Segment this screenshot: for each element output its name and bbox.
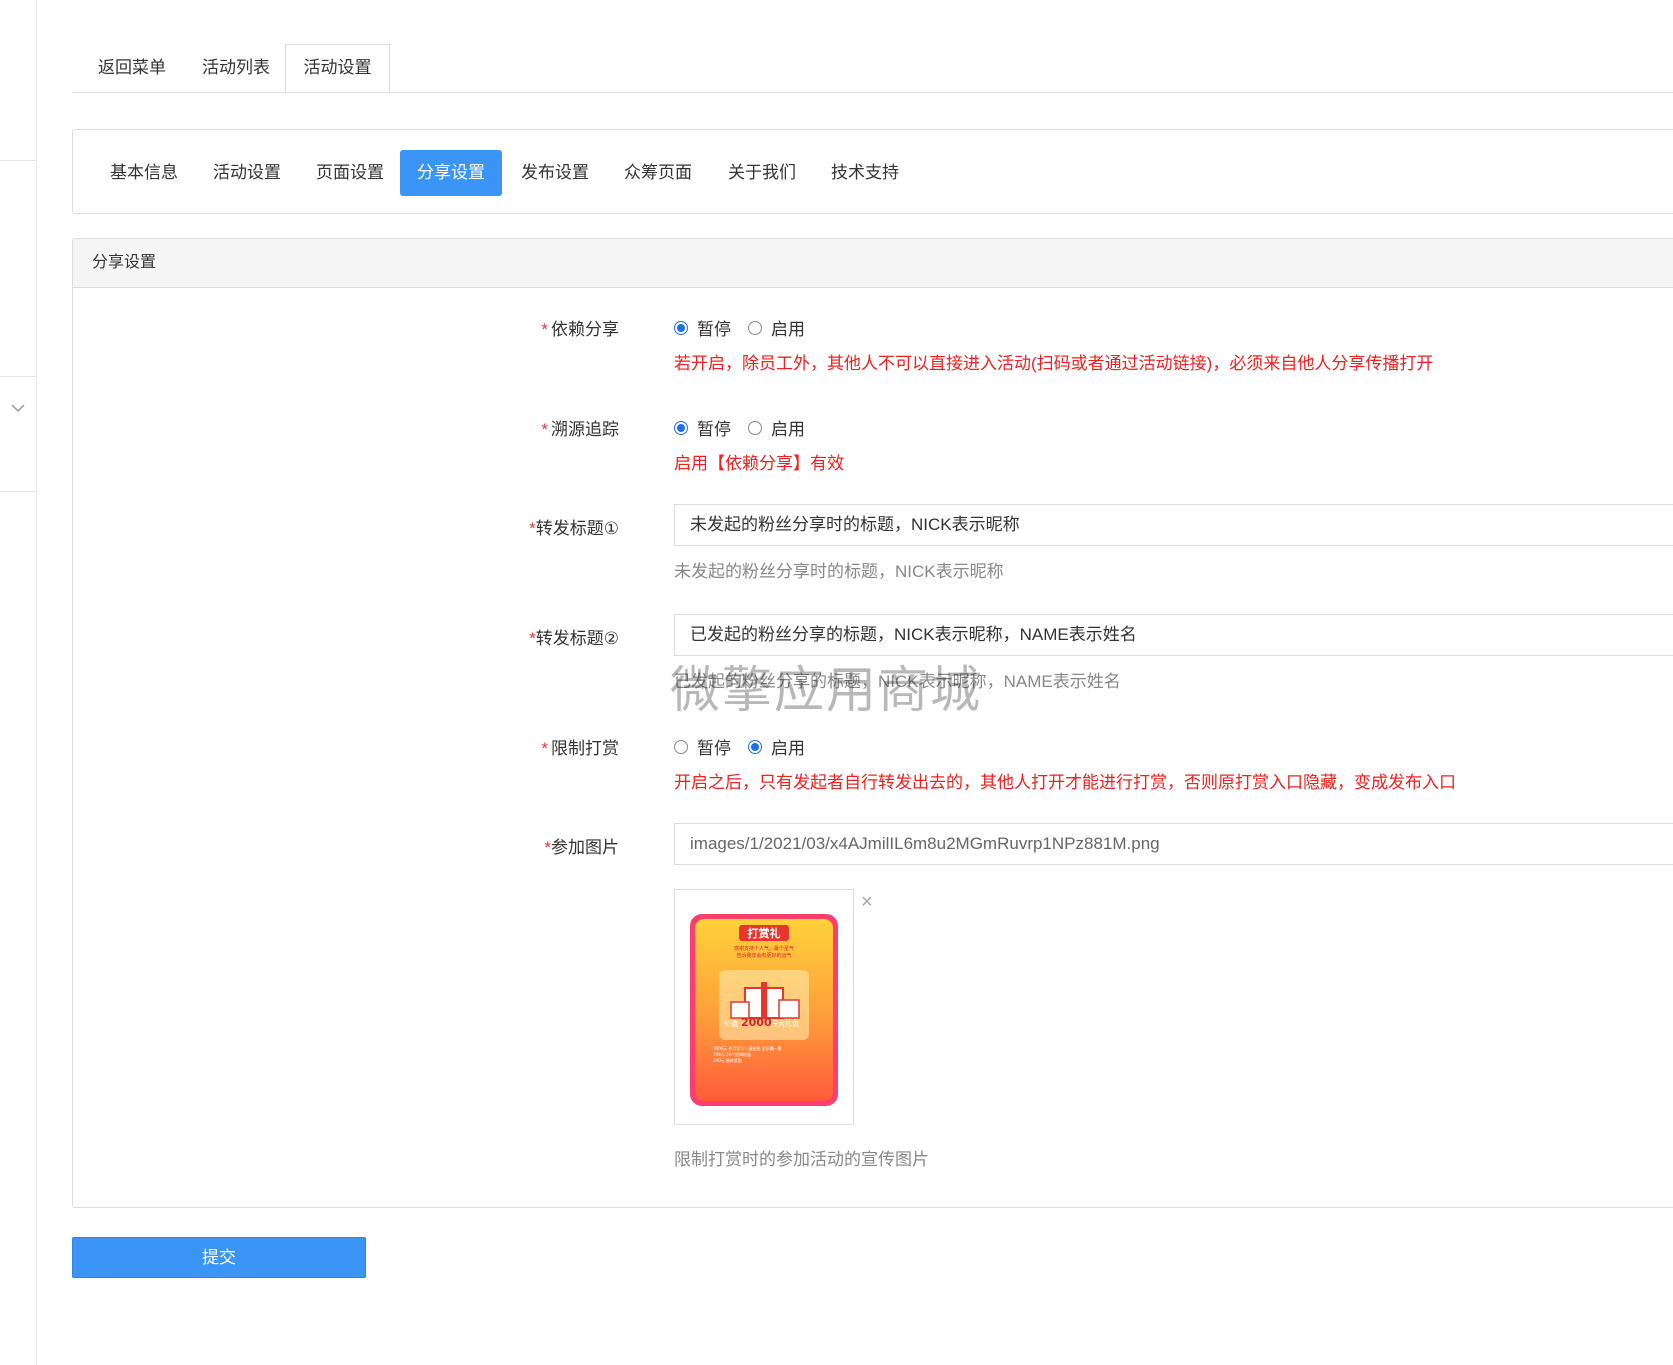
trace-help: 启用【依赖分享】有效 xyxy=(674,454,844,473)
limit-reward-option-pause[interactable]: 暂停 xyxy=(674,734,731,759)
rely-share-label: * 依赖分享 xyxy=(541,320,619,339)
top-tab-bar: 返回菜单 活动列表 活动设置 xyxy=(72,44,1673,93)
poster-price-prefix: 价值 xyxy=(724,1019,738,1028)
subnav-publish-settings[interactable]: 发布设置 xyxy=(503,150,607,196)
radio-button[interactable] xyxy=(748,739,762,754)
gift-ribbon xyxy=(761,982,767,1018)
limit-reward-label: * 限制打赏 xyxy=(541,739,619,758)
subnav-activity-settings[interactable]: 活动设置 xyxy=(195,150,299,196)
share-title-2-input[interactable]: 已发起的粉丝分享的标题，NICK表示昵称，NAME表示姓名 xyxy=(674,614,1673,656)
sidebar-divider xyxy=(0,160,36,161)
limit-reward-help: 开启之后，只有发起者自行转发出去的，其他人打开才能进行打赏，否则原打赏入口隐藏，… xyxy=(674,773,1456,792)
left-sidebar-edge xyxy=(0,0,37,1365)
sidebar-divider xyxy=(0,491,36,492)
rely-share-option-pause[interactable]: 暂停 xyxy=(674,315,731,340)
join-image-help: 限制打赏时的参加活动的宣传图片 xyxy=(674,1150,929,1169)
radio-button[interactable] xyxy=(674,420,688,435)
share-settings-panel: 分享设置 * 依赖分享 暂停 启用 若开启，除员工外，其他人不可以直接进入活动(扫… xyxy=(72,238,1673,1208)
trace-label: * 溯源追踪 xyxy=(541,420,619,439)
subnav-page-settings[interactable]: 页面设置 xyxy=(298,150,402,196)
poster-list-1: 1000元 任月学习儿童绘画 全家桶一套 xyxy=(713,1045,782,1051)
tab-activity-settings[interactable]: 活动设置 xyxy=(285,44,390,92)
share-title-2-help: 已发起的粉丝分享的标题，NICK表示昵称，NAME表示姓名 xyxy=(674,672,1121,691)
radio-button[interactable] xyxy=(674,320,688,335)
poster-price: 2000 xyxy=(741,1016,772,1029)
panel-title: 分享设置 xyxy=(73,239,1673,288)
poster-price-suffix: 元大礼包 xyxy=(771,1019,799,1028)
poster-image: 打赏礼 感谢支持个人气，最个星气 告诉我年会有更好的运气 价值 2000 元大礼… xyxy=(690,914,838,1106)
trace-option-pause[interactable]: 暂停 xyxy=(674,415,731,440)
trace-option-enable[interactable]: 启用 xyxy=(748,415,805,440)
radio-button[interactable] xyxy=(748,320,762,335)
poster-list-2: 199元 10个经典绘画 xyxy=(713,1051,751,1057)
submit-button[interactable]: 提交 xyxy=(72,1237,366,1278)
limit-reward-radio-group: 暂停 启用 xyxy=(674,734,822,759)
rely-share-radio-group: 暂停 启用 xyxy=(674,315,822,340)
subnav-basic-info[interactable]: 基本信息 xyxy=(92,150,196,196)
subnav-about-us[interactable]: 关于我们 xyxy=(710,150,814,196)
radio-button[interactable] xyxy=(748,420,762,435)
share-title-2-label: *转发标题② xyxy=(529,629,619,648)
trace-radio-group: 暂停 启用 xyxy=(674,415,822,440)
poster-line-1: 感谢支持个人气，最个星气 xyxy=(734,945,794,952)
poster-line-2: 告诉我年会有更好的运气 xyxy=(736,952,791,959)
tab-activity-list[interactable]: 活动列表 xyxy=(184,44,288,92)
remove-image-close-icon[interactable]: × xyxy=(861,891,873,914)
limit-reward-option-enable[interactable]: 启用 xyxy=(748,734,805,759)
subnav-tech-support[interactable]: 技术支持 xyxy=(813,150,917,196)
share-title-1-label: *转发标题① xyxy=(529,519,619,538)
radio-button[interactable] xyxy=(674,739,688,754)
rely-share-help: 若开启，除员工外，其他人不可以直接进入活动(扫码或者通过活动链接)，必须来自他人… xyxy=(674,354,1434,373)
poster-list-3: 200元 最终奖励 xyxy=(713,1057,742,1063)
share-title-1-input[interactable]: 未发起的粉丝分享时的标题，NICK表示昵称 xyxy=(674,504,1673,546)
join-image-thumbnail: 打赏礼 感谢支持个人气，最个星气 告诉我年会有更好的运气 价值 2000 元大礼… xyxy=(674,889,854,1125)
subnav-share-settings[interactable]: 分享设置 xyxy=(400,150,502,196)
join-image-label: *参加图片 xyxy=(544,838,619,857)
rely-share-option-enable[interactable]: 启用 xyxy=(748,315,805,340)
chevron-down-icon[interactable] xyxy=(8,398,28,418)
subnav-crowdfunding-page[interactable]: 众筹页面 xyxy=(606,150,710,196)
poster-title: 打赏礼 xyxy=(748,926,781,940)
gift-box-icon xyxy=(778,999,800,1019)
join-image-path-input[interactable]: images/1/2021/03/x4AJmilIL6m8u2MGmRuvrp1… xyxy=(674,823,1673,865)
sidebar-divider xyxy=(0,376,36,377)
settings-sub-nav: 基本信息 活动设置 页面设置 分享设置 发布设置 众筹页面 关于我们 技术支持 xyxy=(72,129,1673,214)
tab-back-menu[interactable]: 返回菜单 xyxy=(80,44,184,92)
share-title-1-help: 未发起的粉丝分享时的标题，NICK表示昵称 xyxy=(674,562,1004,581)
